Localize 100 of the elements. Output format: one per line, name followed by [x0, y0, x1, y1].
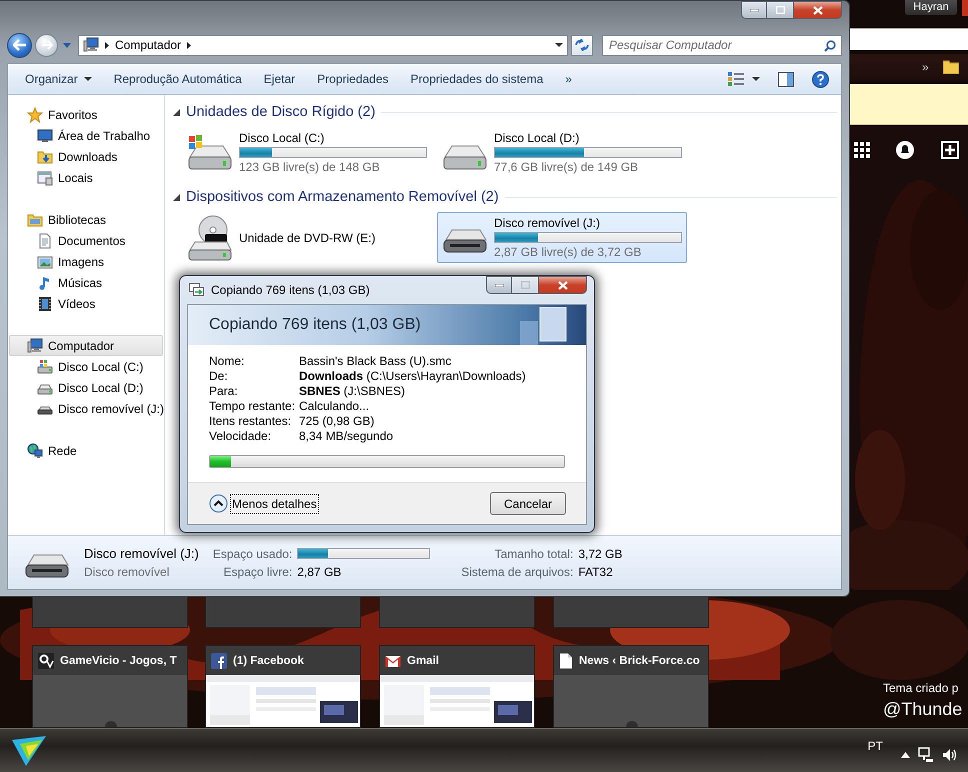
star-icon [27, 106, 43, 122]
field-value: 2,87 GB [297, 564, 342, 578]
sidebar-item[interactable]: Documentos [9, 230, 163, 251]
detail-label: Para: [209, 384, 239, 398]
more-bookmarks-button[interactable]: » [922, 60, 929, 74]
maximize-button[interactable] [767, 1, 794, 19]
triangle-logo-icon [12, 736, 46, 766]
sidebar-item[interactable]: Favoritos [9, 104, 163, 125]
drive-name: Disco Local (C:) [239, 131, 326, 145]
close-button[interactable] [539, 276, 587, 294]
drive-tile[interactable]: Disco Local (C:) 123 GB livre(s) de 148 GB [182, 127, 432, 178]
user-button[interactable]: Hayran [905, 0, 957, 15]
drive-tile[interactable]: Disco removível (J:) 2,87 GB livre(s) de 3,72 GB [437, 212, 687, 263]
forward-arrow-icon [40, 40, 52, 50]
sidebar-item[interactable]: Vídeos [9, 293, 163, 314]
view-options-button[interactable] [728, 72, 760, 86]
dialog-title: Copiando 769 itens (1,03 GB) [211, 283, 370, 297]
window-icon [37, 170, 53, 186]
preview-pane-icon [778, 72, 794, 86]
back-arrow-icon [12, 39, 26, 51]
sidebar-item[interactable]: Locais [9, 167, 163, 188]
forward-button[interactable] [35, 34, 58, 56]
folder-icon [943, 60, 959, 74]
drive-tile[interactable]: Disco Local (D:) 77,6 GB livre(s) de 149 GB [437, 127, 687, 178]
sidebar-item[interactable]: Bibliotecas [9, 209, 163, 230]
chevron-up-icon [209, 494, 228, 513]
drive-name: Disco removível (J:) [494, 216, 602, 230]
copy-icon [189, 283, 205, 297]
detail-label: Itens restantes: [209, 414, 292, 428]
detail-value: Bassin's Black Bass (U).smc [299, 354, 452, 368]
drive-name: Disco removível (J:) [84, 546, 199, 561]
hard-drive-icon [37, 358, 53, 374]
free-space-text: 123 GB livre(s) de 148 GB [239, 160, 381, 174]
drive-type: Disco removível [84, 565, 170, 579]
toolbar-button[interactable]: » [557, 67, 586, 91]
field-label: Tamanho total: [494, 546, 574, 560]
caret-icon [63, 42, 71, 48]
toolbar-button[interactable]: Propriedades [309, 67, 403, 91]
drive-name: Unidade de DVD-RW (E:) [239, 230, 376, 244]
minimize-button[interactable] [486, 276, 512, 294]
sidebar-item[interactable]: Downloads [9, 146, 163, 167]
free-space-text: 2,87 GB livre(s) de 3,72 GB [494, 245, 642, 259]
breadcrumb[interactable]: Computador [115, 38, 182, 52]
minimize-button[interactable] [741, 1, 767, 19]
field-label: Sistema de arquivos: [460, 564, 574, 578]
dialog-heading: Copiando 769 itens (1,03 GB) [209, 316, 421, 334]
address-field[interactable] [850, 28, 968, 50]
drive-tile[interactable]: Unidade de DVD-RW (E:) [182, 212, 432, 263]
field-label: Espaço usado: [212, 546, 292, 560]
close-icon [558, 280, 568, 290]
computer-icon [83, 37, 99, 53]
search-icon [824, 40, 836, 52]
history-dropdown-button[interactable] [61, 42, 73, 48]
monitor-icon [37, 128, 53, 144]
sidebar-item[interactable]: Rede [9, 440, 163, 461]
network-icon [918, 746, 934, 762]
sidebar-item[interactable]: Disco Local (D:) [9, 377, 163, 398]
address-field[interactable]: Computador [78, 34, 568, 56]
back-button[interactable] [7, 32, 32, 58]
group-heading: Unidades de Disco Rígido (2) [186, 104, 376, 120]
sidebar-item[interactable]: Computador [9, 335, 163, 356]
maximize-icon [520, 281, 530, 289]
detail-value: 8,34 MB/segundo [299, 429, 394, 443]
sidebar-item[interactable]: Área de Trabalho [9, 125, 163, 146]
sidebar-item[interactable]: Imagens [9, 251, 163, 272]
close-icon [812, 6, 822, 14]
app-button[interactable] [12, 736, 46, 766]
detail-value: Downloads (C:\Users\Hayran\Downloads) [299, 369, 527, 383]
search-field[interactable]: Pesquisar Computador [602, 34, 842, 56]
detail-value: SBNES (J:\SBNES) [299, 384, 406, 398]
detail-value: 725 (0,98 GB) [299, 414, 376, 428]
list-view-icon [728, 72, 744, 86]
detail-label: Tempo restante: [209, 399, 296, 413]
toolbar-button[interactable]: Propriedades do sistema [402, 67, 558, 91]
refresh-icon [575, 39, 589, 51]
sidebar-item[interactable]: Disco removível (J:) [9, 398, 163, 419]
free-space-text: 77,6 GB livre(s) de 149 GB [494, 160, 640, 174]
minimize-icon [750, 8, 758, 12]
field-label: Espaço livre: [222, 564, 292, 578]
preview-pane-button[interactable] [778, 72, 794, 86]
help-button[interactable] [812, 70, 829, 88]
toolbar-button[interactable]: Reprodução Automática [106, 67, 256, 91]
computer-icon [27, 338, 43, 354]
sidebar-item[interactable]: Disco Local (C:) [9, 356, 163, 377]
film-strip-icon [37, 296, 53, 312]
field-value: FAT32 [578, 564, 614, 578]
cancel-button[interactable]: Cancelar [490, 492, 566, 515]
minimize-icon [494, 284, 504, 286]
volume-icon [942, 748, 958, 762]
language-indicator[interactable]: PT [868, 738, 883, 752]
refresh-button[interactable] [571, 34, 593, 56]
sidebar-item[interactable]: Músicas [9, 272, 163, 293]
close-button[interactable] [794, 1, 842, 19]
toolbar-button[interactable]: Ejetar [256, 67, 310, 91]
detail-value: Calculando... [299, 399, 370, 413]
caret-icon [555, 43, 563, 47]
show-hidden-icons-icon [901, 752, 910, 758]
toolbar-button[interactable]: Organizar [17, 67, 106, 91]
field-value: 3,72 GB [578, 546, 622, 560]
network-icon [27, 442, 43, 458]
